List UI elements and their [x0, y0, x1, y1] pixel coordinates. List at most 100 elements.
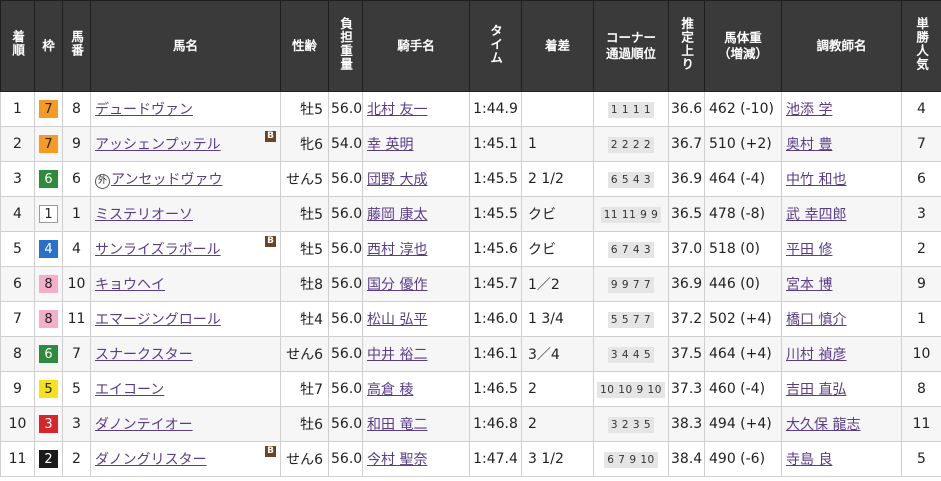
frame-badge: 6	[39, 345, 58, 363]
trainer-name-link[interactable]: 武 幸四郎	[786, 207, 846, 223]
horse-cell: デュードヴァン	[90, 91, 281, 127]
trainer-name-link[interactable]: 大久保 龍志	[786, 417, 860, 433]
margin	[521, 91, 594, 127]
horse-name-link[interactable]: サンライズラポール	[95, 242, 221, 258]
horse-name-link[interactable]: ダノングリスター	[95, 452, 207, 468]
last-3f: 37.5	[668, 336, 705, 372]
header-finish: 着順	[0, 0, 35, 92]
popularity: 1	[901, 301, 941, 337]
horse-name-link[interactable]: ミステリオーソ	[95, 207, 193, 223]
frame-badge: 8	[39, 310, 58, 328]
popularity: 8	[901, 371, 941, 407]
horse-number: 8	[62, 91, 91, 127]
margin: 1／2	[521, 266, 594, 302]
popularity: 11	[901, 406, 941, 442]
horse-name-link[interactable]: アッシェンプッテル	[95, 137, 221, 153]
jockey-name-link[interactable]: 今村 聖奈	[367, 452, 427, 468]
jockey-name-link[interactable]: 松山 弘平	[367, 312, 427, 328]
horse-cell: ダノングリスター B	[90, 441, 281, 477]
horse-number: 6	[62, 161, 91, 197]
corner-positions: 1 1 1 1	[607, 101, 655, 118]
trainer-name-link[interactable]: 吉田 直弘	[786, 382, 846, 398]
jockey-cell: 松山 弘平	[362, 301, 470, 337]
weight-carried: 56.0	[328, 231, 363, 267]
horse-name-link[interactable]: エマージングロール	[95, 312, 221, 328]
race-time: 1:47.4	[469, 441, 522, 477]
race-time: 1:45.7	[469, 266, 522, 302]
last-3f: 36.6	[668, 91, 705, 127]
weight-carried: 56.0	[328, 161, 363, 197]
weight-carried: 56.0	[328, 91, 363, 127]
trainer-name-link[interactable]: 橋口 慎介	[786, 312, 846, 328]
corner-cell: 6 7 4 3	[593, 231, 669, 267]
frame-badge: 3	[39, 415, 58, 433]
weight-carried: 54.0	[328, 126, 363, 162]
margin: 2	[521, 371, 594, 407]
jockey-name-link[interactable]: 幸 英明	[367, 137, 413, 153]
jockey-name-link[interactable]: 団野 大成	[367, 172, 427, 188]
popularity: 4	[901, 91, 941, 127]
trainer-name-link[interactable]: 中竹 和也	[786, 172, 846, 188]
trainer-name-link[interactable]: 寺島 良	[786, 452, 832, 468]
sex-age: せん6	[280, 441, 329, 477]
popularity: 3	[901, 196, 941, 232]
finish-position: 10	[0, 406, 35, 442]
weight-carried: 56.0	[328, 336, 363, 372]
corner-cell: 1 1 1 1	[593, 91, 669, 127]
corner-cell: 11 11 9 9	[593, 196, 669, 232]
jockey-cell: 和田 竜二	[362, 406, 470, 442]
corner-cell: 2 2 2 2	[593, 126, 669, 162]
jockey-name-link[interactable]: 和田 竜二	[367, 417, 427, 433]
table-row: 2 7 9 アッシェンプッテル B 牝6 54.0 幸 英明 1:45.1 1 2 2 2 2 36.…	[0, 126, 941, 162]
weight-carried: 56.0	[328, 266, 363, 302]
jockey-name-link[interactable]: 国分 優作	[367, 277, 427, 293]
trainer-name-link[interactable]: 川村 禎彦	[786, 347, 846, 363]
sex-age: 牡4	[280, 301, 329, 337]
sex-age: 牝6	[280, 126, 329, 162]
horse-cell: 外アンセッドヴァウ	[90, 161, 281, 197]
frame-badge: 7	[39, 100, 58, 118]
popularity: 6	[901, 161, 941, 197]
frame-cell: 8	[34, 266, 63, 302]
jockey-name-link[interactable]: 北村 友一	[367, 102, 427, 118]
frame-cell: 2	[34, 441, 63, 477]
header-body-weight: 馬体重 （増減）	[704, 0, 782, 92]
header-trainer: 調教師名	[781, 0, 902, 92]
corner-cell: 3 2 3 5	[593, 406, 669, 442]
horse-name-link[interactable]: アンセッドヴァウ	[111, 172, 222, 188]
corner-cell: 5 5 7 7	[593, 301, 669, 337]
trainer-name-link[interactable]: 宮本 博	[786, 277, 832, 293]
jockey-name-link[interactable]: 高倉 稜	[367, 382, 413, 398]
last-3f: 36.7	[668, 126, 705, 162]
trainer-cell: 奥村 豊	[781, 126, 902, 162]
finish-position: 11	[0, 441, 35, 477]
trainer-name-link[interactable]: 平田 修	[786, 242, 832, 258]
body-weight: 446 (0)	[704, 266, 782, 302]
finish-position: 8	[0, 336, 35, 372]
jockey-name-link[interactable]: 藤岡 康太	[367, 207, 427, 223]
horse-name-link[interactable]: デュードヴァン	[95, 102, 193, 118]
race-time: 1:45.1	[469, 126, 522, 162]
blinker-badge: B	[265, 131, 276, 142]
sex-age: 牡6	[280, 406, 329, 442]
body-weight: 478 (-8)	[704, 196, 782, 232]
horse-name-link[interactable]: エイコーン	[95, 382, 164, 398]
last-3f: 37.0	[668, 231, 705, 267]
frame-cell: 5	[34, 371, 63, 407]
body-weight: 518 (0)	[704, 231, 782, 267]
horse-name-link[interactable]: スナークスター	[95, 347, 193, 363]
sex-age: せん6	[280, 336, 329, 372]
trainer-name-link[interactable]: 池添 学	[786, 102, 832, 118]
horse-number: 1	[62, 196, 91, 232]
margin: クビ	[521, 231, 594, 267]
horse-name-link[interactable]: ダノンテイオー	[95, 417, 193, 433]
corner-cell: 3 4 4 5	[593, 336, 669, 372]
margin: 3／4	[521, 336, 594, 372]
horse-name-link[interactable]: キョウヘイ	[95, 277, 165, 293]
margin: 2 1/2	[521, 161, 594, 197]
trainer-name-link[interactable]: 奥村 豊	[786, 137, 832, 153]
jockey-name-link[interactable]: 中井 裕二	[367, 347, 427, 363]
frame-badge: 1	[39, 205, 58, 223]
jockey-name-link[interactable]: 西村 淳也	[367, 242, 427, 258]
header-number: 馬番	[62, 0, 91, 92]
